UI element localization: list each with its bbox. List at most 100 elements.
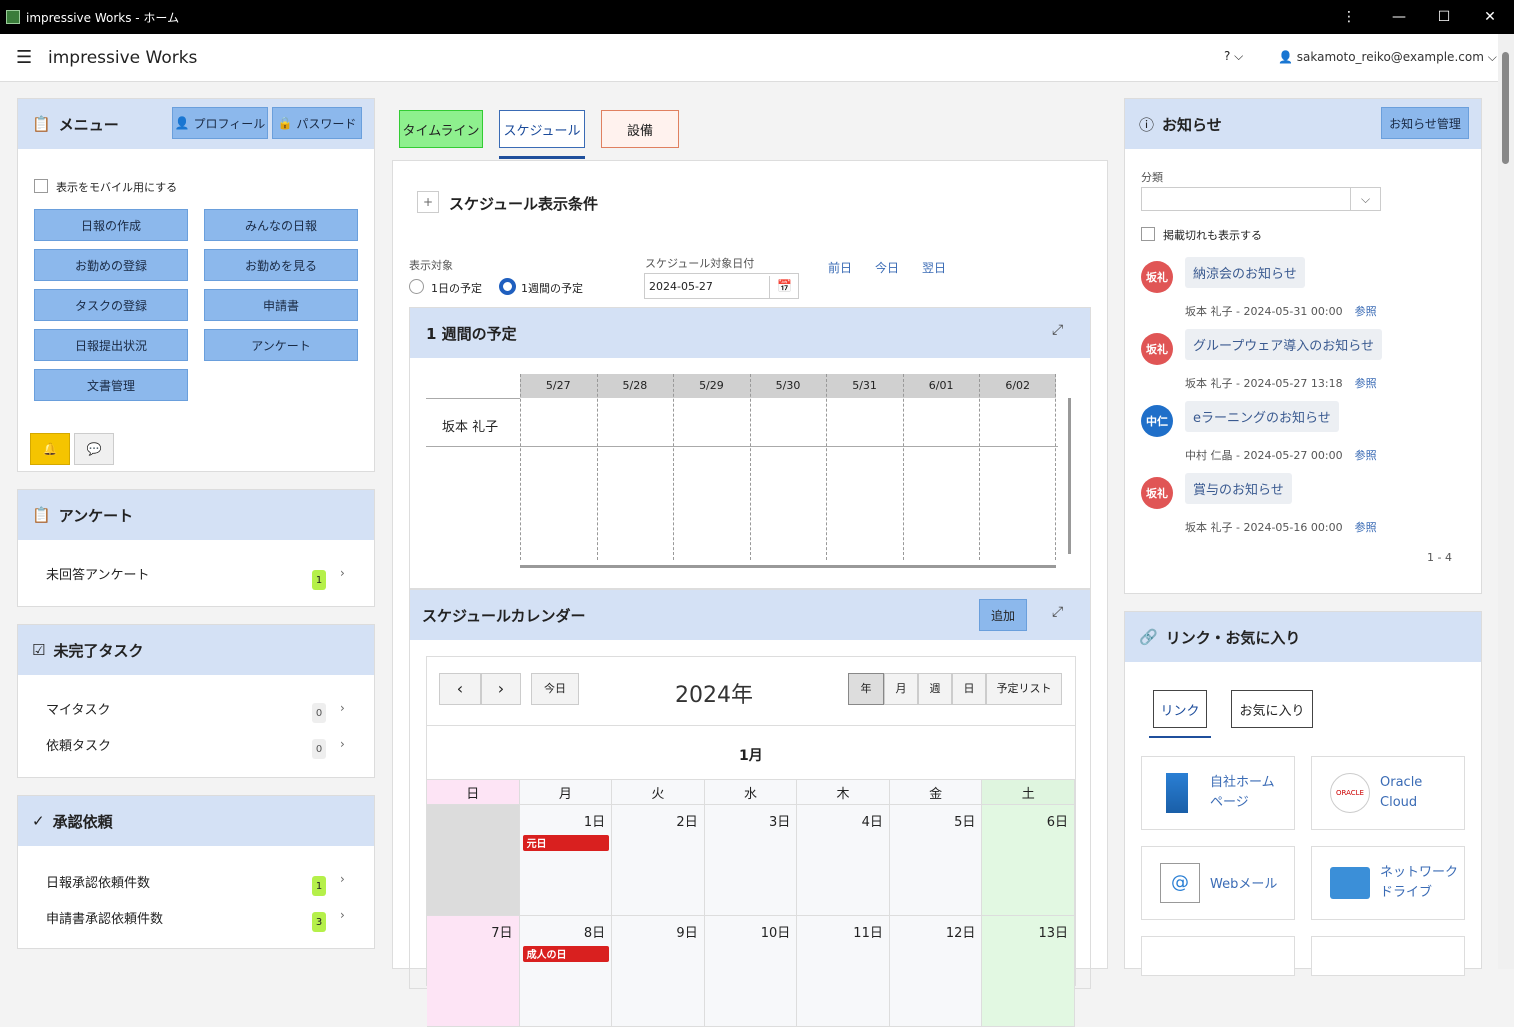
week-day-column[interactable]: [749, 374, 827, 560]
password-button[interactable]: 🔒 パスワード: [272, 107, 362, 139]
notice-ref-link[interactable]: 参照: [1355, 521, 1377, 534]
more-icon[interactable]: ⋮: [1326, 0, 1372, 34]
next-month-button[interactable]: ›: [481, 673, 521, 705]
day-cell[interactable]: 12日: [889, 916, 983, 1027]
notice-ref-link[interactable]: 参照: [1355, 377, 1377, 390]
day-cell[interactable]: 9日: [612, 916, 705, 1027]
radio-one-day[interactable]: [409, 279, 424, 294]
vertical-scrollbar[interactable]: [1068, 398, 1071, 554]
view-day-button[interactable]: 日: [952, 673, 986, 705]
tab-facility[interactable]: 設備: [601, 110, 679, 148]
link-webmail[interactable]: @ Webメール: [1141, 846, 1295, 920]
application-approval-label[interactable]: 申請書承認依頼件数: [46, 908, 163, 927]
chevron-right-icon[interactable]: ›: [340, 908, 345, 922]
horizontal-scrollbar[interactable]: [520, 565, 1056, 568]
daily-report-create-button[interactable]: 日報の作成: [34, 209, 188, 241]
link-oracle-cloud[interactable]: ORACLE Oracle Cloud: [1311, 756, 1465, 830]
chevron-right-icon[interactable]: ›: [340, 566, 345, 580]
link-network-drive[interactable]: ネットワーク ドライブ: [1311, 846, 1465, 920]
day-cell[interactable]: 4日: [797, 805, 890, 916]
notice-ref-link[interactable]: 参照: [1355, 305, 1377, 318]
bell-icon[interactable]: 🔔: [30, 433, 70, 465]
view-week-button[interactable]: 週: [918, 673, 952, 705]
day-cell[interactable]: [427, 805, 520, 916]
minimize-button[interactable]: —: [1376, 0, 1422, 34]
link-item[interactable]: [1141, 936, 1295, 976]
expand-icon[interactable]: ⤢: [1052, 604, 1063, 620]
week-day-column[interactable]: [979, 374, 1056, 560]
attendance-register-button[interactable]: お勤めの登録: [34, 249, 188, 281]
link-company-homepage[interactable]: 自社ホーム ページ: [1141, 756, 1295, 830]
day-cell[interactable]: 11日: [797, 916, 890, 1027]
day-cell[interactable]: 5日: [889, 805, 983, 916]
chat-icon[interactable]: 💬: [74, 433, 114, 465]
application-button[interactable]: 申請書: [204, 289, 358, 321]
link-item[interactable]: [1311, 936, 1465, 976]
day-cell[interactable]: 6日: [982, 805, 1075, 916]
hamburger-menu-icon[interactable]: ☰: [16, 47, 34, 68]
maximize-button[interactable]: ☐: [1421, 0, 1467, 34]
chevron-right-icon[interactable]: ›: [340, 701, 345, 715]
report-status-button[interactable]: 日報提出状況: [34, 329, 188, 361]
scrollbar-thumb[interactable]: [1502, 52, 1509, 164]
document-management-button[interactable]: 文書管理: [34, 369, 188, 401]
day-cell[interactable]: 10日: [704, 916, 798, 1027]
task-register-button[interactable]: タスクの登録: [34, 289, 188, 321]
day-cell[interactable]: 3日: [704, 805, 798, 916]
help-icon[interactable]: ? ⌵: [1224, 49, 1243, 64]
day-cell[interactable]: 13日: [982, 916, 1075, 1027]
category-select[interactable]: ⌵: [1141, 187, 1381, 211]
notice-manage-button[interactable]: お知らせ管理: [1381, 107, 1469, 139]
chevron-down-icon[interactable]: ⌵: [1350, 188, 1380, 210]
view-list-button[interactable]: 予定リスト: [986, 673, 1062, 705]
week-day-column[interactable]: [826, 374, 903, 560]
view-month-button[interactable]: 月: [884, 673, 918, 705]
calendar-today-button[interactable]: 今日: [531, 673, 579, 705]
prev-month-button[interactable]: ‹: [439, 673, 481, 705]
close-button[interactable]: ✕: [1467, 0, 1513, 34]
report-approval-label[interactable]: 日報承認依頼件数: [46, 872, 150, 891]
unanswered-survey-label[interactable]: 未回答アンケート: [46, 564, 149, 583]
week-day-column[interactable]: [902, 374, 980, 560]
day-cell[interactable]: 7日: [427, 916, 520, 1027]
view-year-button[interactable]: 年: [848, 673, 884, 705]
holiday-event[interactable]: 元日: [522, 835, 609, 851]
today-link[interactable]: 今日: [875, 259, 899, 276]
prev-day-link[interactable]: 前日: [828, 259, 852, 276]
holiday-event[interactable]: 成人の日: [522, 946, 609, 962]
chevron-right-icon[interactable]: ›: [340, 872, 345, 886]
add-button[interactable]: 追加: [979, 599, 1027, 631]
plus-icon[interactable]: +: [417, 191, 439, 213]
attendance-view-button[interactable]: お勤めを見る: [204, 249, 358, 281]
week-day-column[interactable]: [673, 374, 750, 560]
week-day-column[interactable]: [520, 374, 597, 560]
expired-checkbox[interactable]: [1141, 227, 1155, 241]
calendar-icon[interactable]: 📅: [769, 276, 799, 298]
expand-icon[interactable]: ⤢: [1052, 322, 1063, 338]
tab-links[interactable]: リンク: [1153, 690, 1207, 728]
week-day-column[interactable]: [596, 374, 674, 560]
notice-ref-link[interactable]: 参照: [1355, 449, 1377, 462]
mobile-checkbox[interactable]: [34, 179, 48, 193]
survey-button[interactable]: アンケート: [204, 329, 358, 361]
requested-task-label[interactable]: 依頼タスク: [46, 735, 111, 754]
date-field[interactable]: 2024-05-27 📅: [644, 273, 799, 299]
notice-title[interactable]: 賞与のお知らせ: [1185, 473, 1292, 504]
tab-favorites[interactable]: お気に入り: [1231, 690, 1313, 728]
chevron-right-icon[interactable]: ›: [340, 737, 345, 751]
tab-schedule[interactable]: スケジュール: [499, 110, 585, 148]
page-scrollbar[interactable]: [1498, 34, 1514, 969]
tab-timeline[interactable]: タイムライン: [399, 110, 483, 148]
notice-title[interactable]: 納涼会のお知らせ: [1185, 257, 1305, 288]
day-cell[interactable]: 2日: [612, 805, 705, 916]
profile-button[interactable]: 👤 プロフィール: [172, 107, 268, 139]
radio-one-week[interactable]: [499, 278, 516, 295]
my-task-label[interactable]: マイタスク: [46, 699, 110, 718]
user-menu[interactable]: 👤 sakamoto_reiko@example.com ⌵: [1278, 50, 1497, 65]
day-cell[interactable]: 1日 元日: [519, 805, 613, 916]
day-cell[interactable]: 8日 成人の日: [519, 916, 613, 1027]
all-reports-button[interactable]: みんなの日報: [204, 209, 358, 241]
notice-title[interactable]: eラーニングのお知らせ: [1185, 401, 1339, 432]
notice-title[interactable]: グループウェア導入のお知らせ: [1185, 329, 1382, 360]
next-day-link[interactable]: 翌日: [922, 259, 946, 276]
